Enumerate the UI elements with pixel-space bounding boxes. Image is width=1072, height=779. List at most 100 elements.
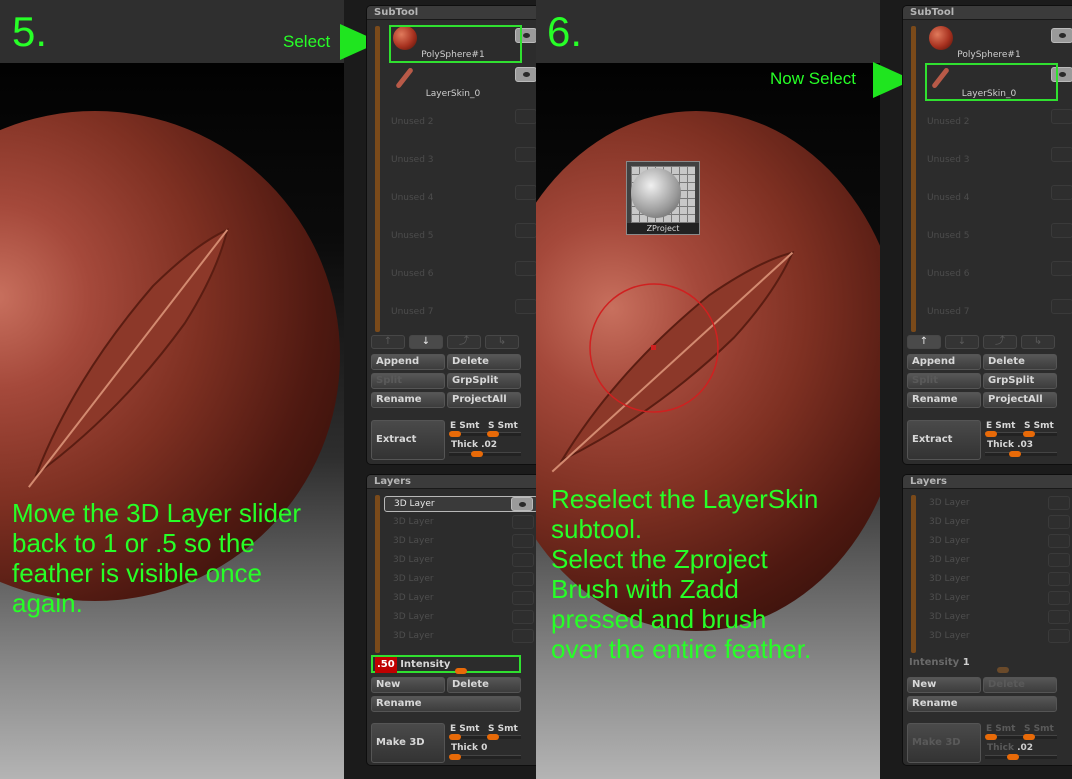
- split-button[interactable]: Split: [907, 373, 981, 389]
- s-smt-knob[interactable]: [1023, 734, 1035, 740]
- e-smt-knob[interactable]: [449, 431, 461, 437]
- layer-item[interactable]: 3D Layer: [920, 572, 1072, 588]
- layer-item[interactable]: 3D Layer: [920, 591, 1072, 607]
- subtool-item-polysphere[interactable]: PolySphere#1: [919, 24, 1072, 62]
- layer-item[interactable]: 3D Layer: [384, 629, 538, 645]
- insert-arrow-icon[interactable]: ⤴: [983, 335, 1017, 349]
- eye-icon[interactable]: [1048, 553, 1070, 567]
- projectall-button[interactable]: ProjectAll: [447, 392, 521, 408]
- append-button[interactable]: Append: [907, 354, 981, 370]
- make-3d-button[interactable]: Make 3D: [371, 723, 445, 763]
- rename-button[interactable]: Rename: [371, 392, 445, 408]
- subtool-item-unused[interactable]: Unused 4: [919, 177, 1072, 215]
- thick-slider[interactable]: [985, 452, 1057, 456]
- subtool-item-unused[interactable]: Unused 7: [383, 291, 541, 329]
- layer-item[interactable]: 3D Layer: [384, 515, 538, 531]
- layers-scrollbar[interactable]: [911, 495, 916, 653]
- layer-item[interactable]: 3D Layer: [384, 496, 538, 512]
- eye-icon[interactable]: [512, 629, 534, 643]
- eye-icon[interactable]: [1048, 496, 1070, 510]
- eye-icon[interactable]: [511, 497, 533, 511]
- thick-knob[interactable]: [449, 754, 461, 760]
- layer-item[interactable]: 3D Layer: [920, 553, 1072, 569]
- viewport-left[interactable]: [0, 63, 344, 779]
- move-up-arrow-icon[interactable]: ↑: [907, 335, 941, 349]
- eye-icon[interactable]: [1048, 572, 1070, 586]
- subtool-scrollbar[interactable]: [911, 26, 916, 332]
- move-up-arrow-icon[interactable]: ↑: [371, 335, 405, 349]
- new-layer-button[interactable]: New: [371, 677, 445, 693]
- intensity-knob[interactable]: [997, 667, 1009, 673]
- subtool-item-unused[interactable]: Unused 2: [919, 101, 1072, 139]
- rename-layer-button[interactable]: Rename: [907, 696, 1057, 712]
- layer-item[interactable]: 3D Layer: [384, 610, 538, 626]
- grpsplit-button[interactable]: GrpSplit: [447, 373, 521, 389]
- thick-slider[interactable]: [985, 755, 1057, 759]
- split-button[interactable]: Split: [371, 373, 445, 389]
- move-down-arrow-icon[interactable]: ↓: [945, 335, 979, 349]
- rename-layer-button[interactable]: Rename: [371, 696, 521, 712]
- intensity-slider[interactable]: Intensity 1: [909, 655, 1057, 673]
- thick-knob[interactable]: [1009, 451, 1021, 457]
- delete-layer-button[interactable]: Delete: [447, 677, 521, 693]
- layer-item[interactable]: 3D Layer: [384, 591, 538, 607]
- subtool-item-unused[interactable]: Unused 4: [383, 177, 541, 215]
- s-smt-knob[interactable]: [487, 734, 499, 740]
- e-smt-knob[interactable]: [985, 431, 997, 437]
- thick-slider[interactable]: [449, 452, 521, 456]
- eye-icon[interactable]: [1048, 515, 1070, 529]
- viewport-right[interactable]: [536, 63, 880, 779]
- eye-icon[interactable]: [1048, 610, 1070, 624]
- layer-item[interactable]: 3D Layer: [920, 496, 1072, 512]
- subtool-item-unused[interactable]: Unused 6: [919, 253, 1072, 291]
- intensity-knob[interactable]: [455, 668, 467, 674]
- subtool-item-unused[interactable]: Unused 3: [919, 139, 1072, 177]
- eye-icon[interactable]: [512, 591, 534, 605]
- subtool-item-unused[interactable]: Unused 5: [919, 215, 1072, 253]
- subtool-item-layerskin[interactable]: LayerSkin_0: [383, 63, 541, 101]
- s-smt-knob[interactable]: [1023, 431, 1035, 437]
- layer-item[interactable]: 3D Layer: [920, 534, 1072, 550]
- eye-icon[interactable]: [512, 534, 534, 548]
- subtool-item-unused[interactable]: Unused 6: [383, 253, 541, 291]
- delete-button[interactable]: Delete: [447, 354, 521, 370]
- layer-item[interactable]: 3D Layer: [384, 572, 538, 588]
- grpsplit-button[interactable]: GrpSplit: [983, 373, 1057, 389]
- eye-icon[interactable]: [1048, 534, 1070, 548]
- extract-button[interactable]: Extract: [907, 420, 981, 460]
- layer-item[interactable]: 3D Layer: [384, 553, 538, 569]
- layer-item[interactable]: 3D Layer: [920, 610, 1072, 626]
- rename-button[interactable]: Rename: [907, 392, 981, 408]
- eye-icon[interactable]: [512, 572, 534, 586]
- s-smt-knob[interactable]: [487, 431, 499, 437]
- layer-item[interactable]: 3D Layer: [920, 515, 1072, 531]
- subtool-item-unused[interactable]: Unused 3: [383, 139, 541, 177]
- zproject-brush-icon[interactable]: ZProject: [626, 161, 700, 235]
- eye-icon[interactable]: [515, 67, 537, 82]
- projectall-button[interactable]: ProjectAll: [983, 392, 1057, 408]
- delete-button[interactable]: Delete: [983, 354, 1057, 370]
- thick-knob[interactable]: [1007, 754, 1019, 760]
- merge-arrow-icon[interactable]: ↳: [485, 335, 519, 349]
- move-down-arrow-icon[interactable]: ↓: [409, 335, 443, 349]
- layer-item[interactable]: 3D Layer: [384, 534, 538, 550]
- eye-icon[interactable]: [512, 610, 534, 624]
- subtool-item-unused[interactable]: Unused 7: [919, 291, 1072, 329]
- subtool-item-unused[interactable]: Unused 5: [383, 215, 541, 253]
- intensity-slider[interactable]: .50 Intensity: [371, 655, 521, 673]
- subtool-scrollbar[interactable]: [375, 26, 380, 332]
- eye-icon[interactable]: [1048, 629, 1070, 643]
- eye-icon[interactable]: [1048, 591, 1070, 605]
- subtool-item-unused[interactable]: Unused 2: [383, 101, 541, 139]
- extract-button[interactable]: Extract: [371, 420, 445, 460]
- thick-knob[interactable]: [471, 451, 483, 457]
- make-3d-button[interactable]: Make 3D: [907, 723, 981, 763]
- eye-icon[interactable]: [512, 553, 534, 567]
- eye-icon[interactable]: [512, 515, 534, 529]
- layers-scrollbar[interactable]: [375, 495, 380, 653]
- e-smt-knob[interactable]: [449, 734, 461, 740]
- append-button[interactable]: Append: [371, 354, 445, 370]
- insert-arrow-icon[interactable]: ⤴: [447, 335, 481, 349]
- e-smt-knob[interactable]: [985, 734, 997, 740]
- delete-layer-button[interactable]: Delete: [983, 677, 1057, 693]
